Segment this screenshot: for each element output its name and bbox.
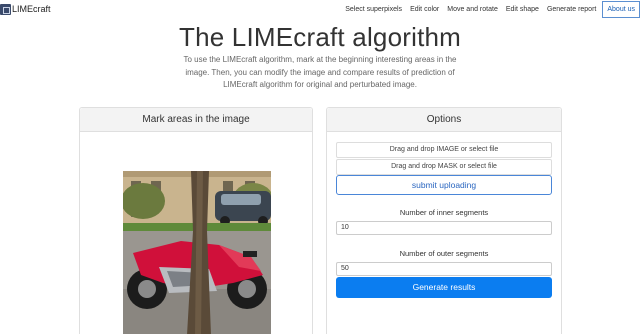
navbar: LIMEcraft Select superpixels Edit color … [0,0,640,18]
upload-image-dropzone[interactable]: Drag and drop IMAGE or select file [336,142,552,158]
nav-select-superpixels[interactable]: Select superpixels [345,6,402,13]
mark-areas-title: Mark areas in the image [80,108,312,132]
inner-segments-input[interactable]: 10 [336,221,552,235]
motorcycle-photo [123,171,271,334]
brand-name: LIMEcraft [12,4,51,14]
upload-mask-dropzone[interactable]: Drag and drop MASK or select file [336,159,552,175]
outer-segments-label: Number of outer segments [399,249,489,258]
intro-text: To use the LIMEcraft algorithm, mark at … [183,55,457,89]
nav-edit-shape[interactable]: Edit shape [506,6,539,13]
outer-segments-input[interactable]: 50 [336,262,552,276]
page-title: The LIMEcraft algorithm [178,22,462,52]
generate-results-button[interactable]: Generate results [336,277,552,298]
options-title: Options [327,108,561,132]
nav-edit-color[interactable]: Edit color [410,6,439,13]
logo-icon [0,3,11,15]
nav-links: Select superpixels Edit color Move and r… [337,0,640,18]
nav-about-us[interactable]: About us [602,0,640,18]
options-card: Options Drag and drop IMAGE or select fi… [326,107,562,334]
brand[interactable]: LIMEcraft [0,2,51,16]
inner-segments-label: Number of inner segments [399,208,489,217]
nav-generate-report[interactable]: Generate report [547,6,596,13]
mark-areas-card: Mark areas in the image [79,107,313,334]
image-canvas[interactable] [123,171,271,334]
submit-upload-button[interactable]: submit uploading [336,175,552,195]
nav-move-rotate[interactable]: Move and rotate [447,6,498,13]
